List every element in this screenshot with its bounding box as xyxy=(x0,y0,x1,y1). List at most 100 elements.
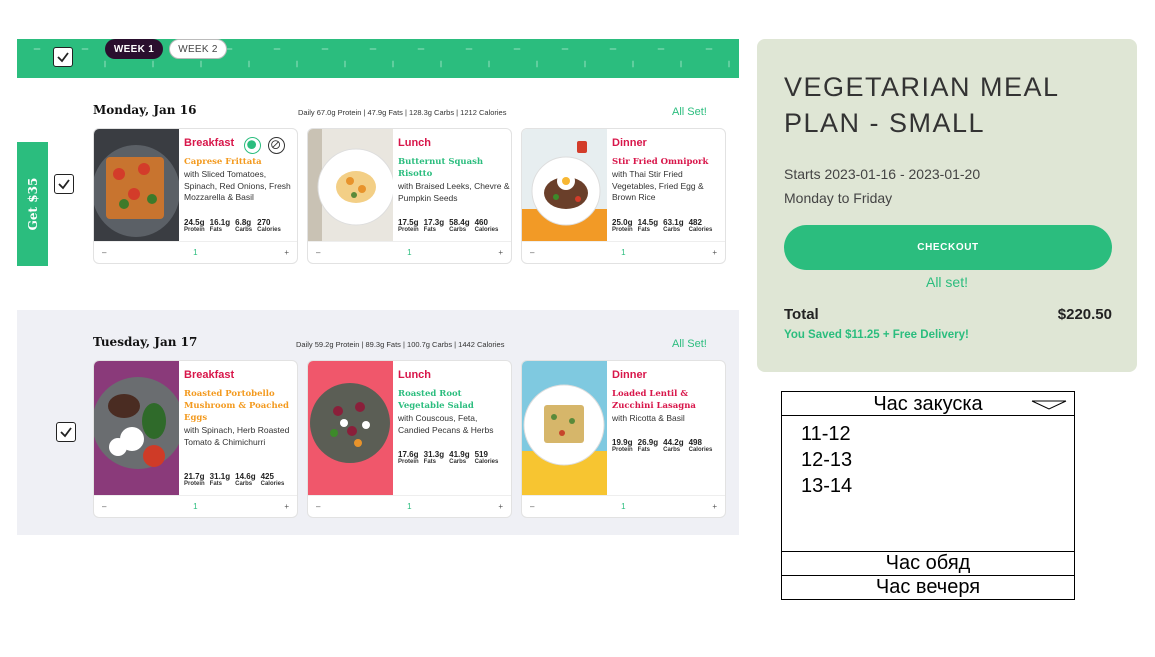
protein-label: Protein xyxy=(184,481,205,487)
quantity-stepper: – 1 + xyxy=(522,495,725,517)
decrease-button[interactable]: – xyxy=(530,502,534,511)
protein-value: 17.6g xyxy=(398,450,419,459)
quantity-value: 1 xyxy=(193,502,198,511)
dinner-time-dropdown[interactable]: Час вечеря xyxy=(781,575,1075,600)
meal-description: with Braised Leeks, Chevre & Pumpkin See… xyxy=(398,181,510,203)
meal-card-tuesday-dinner[interactable]: Dinner Loaded Lentil & Zucchini Lasagna … xyxy=(521,360,726,518)
day-title-monday: Monday, Jan 16 xyxy=(93,103,197,117)
meal-card-tuesday-lunch[interactable]: Lunch Roasted Root Vegetable Salad with … xyxy=(307,360,512,518)
meal-card-tuesday-breakfast[interactable]: Breakfast Roasted Portobello Mushroom & … xyxy=(93,360,298,518)
day-status-tuesday: All Set! xyxy=(672,338,707,350)
protein-label: Protein xyxy=(612,227,633,233)
meal-type-label: Dinner xyxy=(612,369,647,381)
decrease-button[interactable]: – xyxy=(530,248,534,257)
quantity-value: 1 xyxy=(193,248,198,257)
quantity-value: 1 xyxy=(407,248,412,257)
quantity-stepper: – 1 + xyxy=(308,241,511,263)
macros: 17.6g Protein 31.3g Fats 41.9g Carbs 519 Cal… xyxy=(398,450,511,465)
vegetarian-icon xyxy=(244,137,261,154)
quantity-value: 1 xyxy=(407,502,412,511)
day-checkbox-monday[interactable] xyxy=(54,174,74,194)
fats-label: Fats xyxy=(423,227,437,233)
time-option-12-13[interactable]: 12-13 xyxy=(801,449,852,472)
quantity-stepper: – 1 + xyxy=(308,495,511,517)
calories-value: 425 xyxy=(260,472,274,481)
week-1-tab[interactable]: WEEK 1 xyxy=(105,39,163,59)
savings-message: You Saved $11.25 + Free Delivery! xyxy=(784,329,969,341)
snack-time-options: 11-12 12-13 13-14 xyxy=(781,415,1075,552)
carbs-label: Carbs xyxy=(449,459,467,465)
increase-button[interactable]: + xyxy=(498,248,503,257)
decrease-button[interactable]: – xyxy=(102,248,106,257)
day-checkbox-tuesday[interactable] xyxy=(56,422,76,442)
calories-label: Calories xyxy=(688,227,713,233)
checkmark-icon xyxy=(58,179,70,190)
carbs-value: 44.2g xyxy=(663,438,684,447)
macros: 21.7g Protein 31.1g Fats 14.6g Carbs 425 Cal… xyxy=(184,472,297,487)
calories-label: Calories xyxy=(688,447,713,453)
carbs-value: 58.4g xyxy=(449,218,470,227)
butternut-risotto-photo xyxy=(308,129,393,241)
time-option-13-14[interactable]: 13-14 xyxy=(801,475,852,498)
root-vegetable-salad-photo xyxy=(308,361,393,495)
lunch-time-dropdown[interactable]: Час обяд xyxy=(781,551,1075,576)
banner-checkbox[interactable] xyxy=(53,47,73,67)
checkmark-icon xyxy=(57,52,69,63)
promo-label: Get $35 xyxy=(25,177,40,231)
fats-value: 31.3g xyxy=(423,450,445,459)
plan-title-line-1: VEGETARIAN MEAL xyxy=(784,72,1060,102)
quantity-value: 1 xyxy=(621,248,626,257)
calories-label: Calories xyxy=(260,481,285,487)
calories-value: 460 xyxy=(474,218,488,227)
decrease-button[interactable]: – xyxy=(316,248,320,257)
meal-description: with Thai Stir Fried Vegetables, Fried E… xyxy=(612,169,704,202)
total-value: $220.50 xyxy=(1057,306,1112,323)
week-2-tab[interactable]: WEEK 2 xyxy=(169,39,227,59)
macros: 17.5g Protein 17.3g Fats 58.4g Carbs 460 Cal… xyxy=(398,218,511,233)
meal-type-label: Lunch xyxy=(398,369,431,381)
calories-value: 482 xyxy=(688,218,702,227)
increase-button[interactable]: + xyxy=(284,502,289,511)
meal-card-monday-dinner[interactable]: Dinner Stir Fried Omnipork with Thai Sti… xyxy=(521,128,726,264)
get-35-promo-tab[interactable]: Get $35 xyxy=(17,142,48,266)
calories-value: 270 xyxy=(257,218,271,227)
meal-name: Stir Fried Omnipork xyxy=(612,157,709,167)
meal-type-label: Breakfast xyxy=(184,369,235,381)
quantity-stepper: – 1 + xyxy=(94,241,297,263)
gluten-free-icon xyxy=(268,137,285,154)
meal-card-monday-lunch[interactable]: Lunch Butternut Squash Risotto with Brai… xyxy=(307,128,512,264)
macros: 19.9g Protein 26.9g Fats 44.2g Carbs 498 Cal… xyxy=(612,438,725,453)
macros: 25.0g Protein 14.5g Fats 63.1g Carbs 482 Cal… xyxy=(612,218,725,233)
increase-button[interactable]: + xyxy=(498,502,503,511)
fats-label: Fats xyxy=(423,459,437,465)
time-option-11-12[interactable]: 11-12 xyxy=(801,423,851,446)
fats-value: 14.5g xyxy=(637,218,659,227)
meal-name: Caprese Frittata xyxy=(184,157,262,167)
carbs-value: 6.8g xyxy=(235,218,252,227)
day-summary-monday: Daily 67.0g Protein | 47.9g Fats | 128.3… xyxy=(298,108,507,117)
plan-title-line-2: PLAN - SMALL xyxy=(784,108,986,138)
protein-value: 24.5g xyxy=(184,218,205,227)
fats-value: 16.1g xyxy=(209,218,231,227)
increase-button[interactable]: + xyxy=(712,248,717,257)
checkout-button[interactable]: CHECKOUT xyxy=(784,225,1112,270)
total-label: Total xyxy=(784,306,819,323)
quantity-value: 1 xyxy=(621,502,626,511)
meal-card-monday-breakfast[interactable]: Breakfast Caprese Frittata with Sliced T… xyxy=(93,128,298,264)
meal-description: with Spinach, Herb Roasted Tomato & Chim… xyxy=(184,425,290,447)
decrease-button[interactable]: – xyxy=(102,502,106,511)
increase-button[interactable]: + xyxy=(284,248,289,257)
fats-value: 31.1g xyxy=(209,472,231,481)
plan-dates: Starts 2023-01-16 - 2023-01-20 xyxy=(784,166,981,182)
quantity-stepper: – 1 + xyxy=(522,241,725,263)
decrease-button[interactable]: – xyxy=(316,502,320,511)
snack-time-dropdown[interactable]: Час закуска xyxy=(781,391,1075,416)
day-status-monday: All Set! xyxy=(672,106,707,118)
fats-label: Fats xyxy=(209,481,223,487)
meal-type-label: Dinner xyxy=(612,137,647,149)
carbs-value: 41.9g xyxy=(449,450,470,459)
day-summary-tuesday: Daily 59.2g Protein | 89.3g Fats | 100.7… xyxy=(296,340,505,349)
plan-days: Monday to Friday xyxy=(784,190,893,206)
carbs-value: 14.6g xyxy=(235,472,256,481)
increase-button[interactable]: + xyxy=(712,502,717,511)
